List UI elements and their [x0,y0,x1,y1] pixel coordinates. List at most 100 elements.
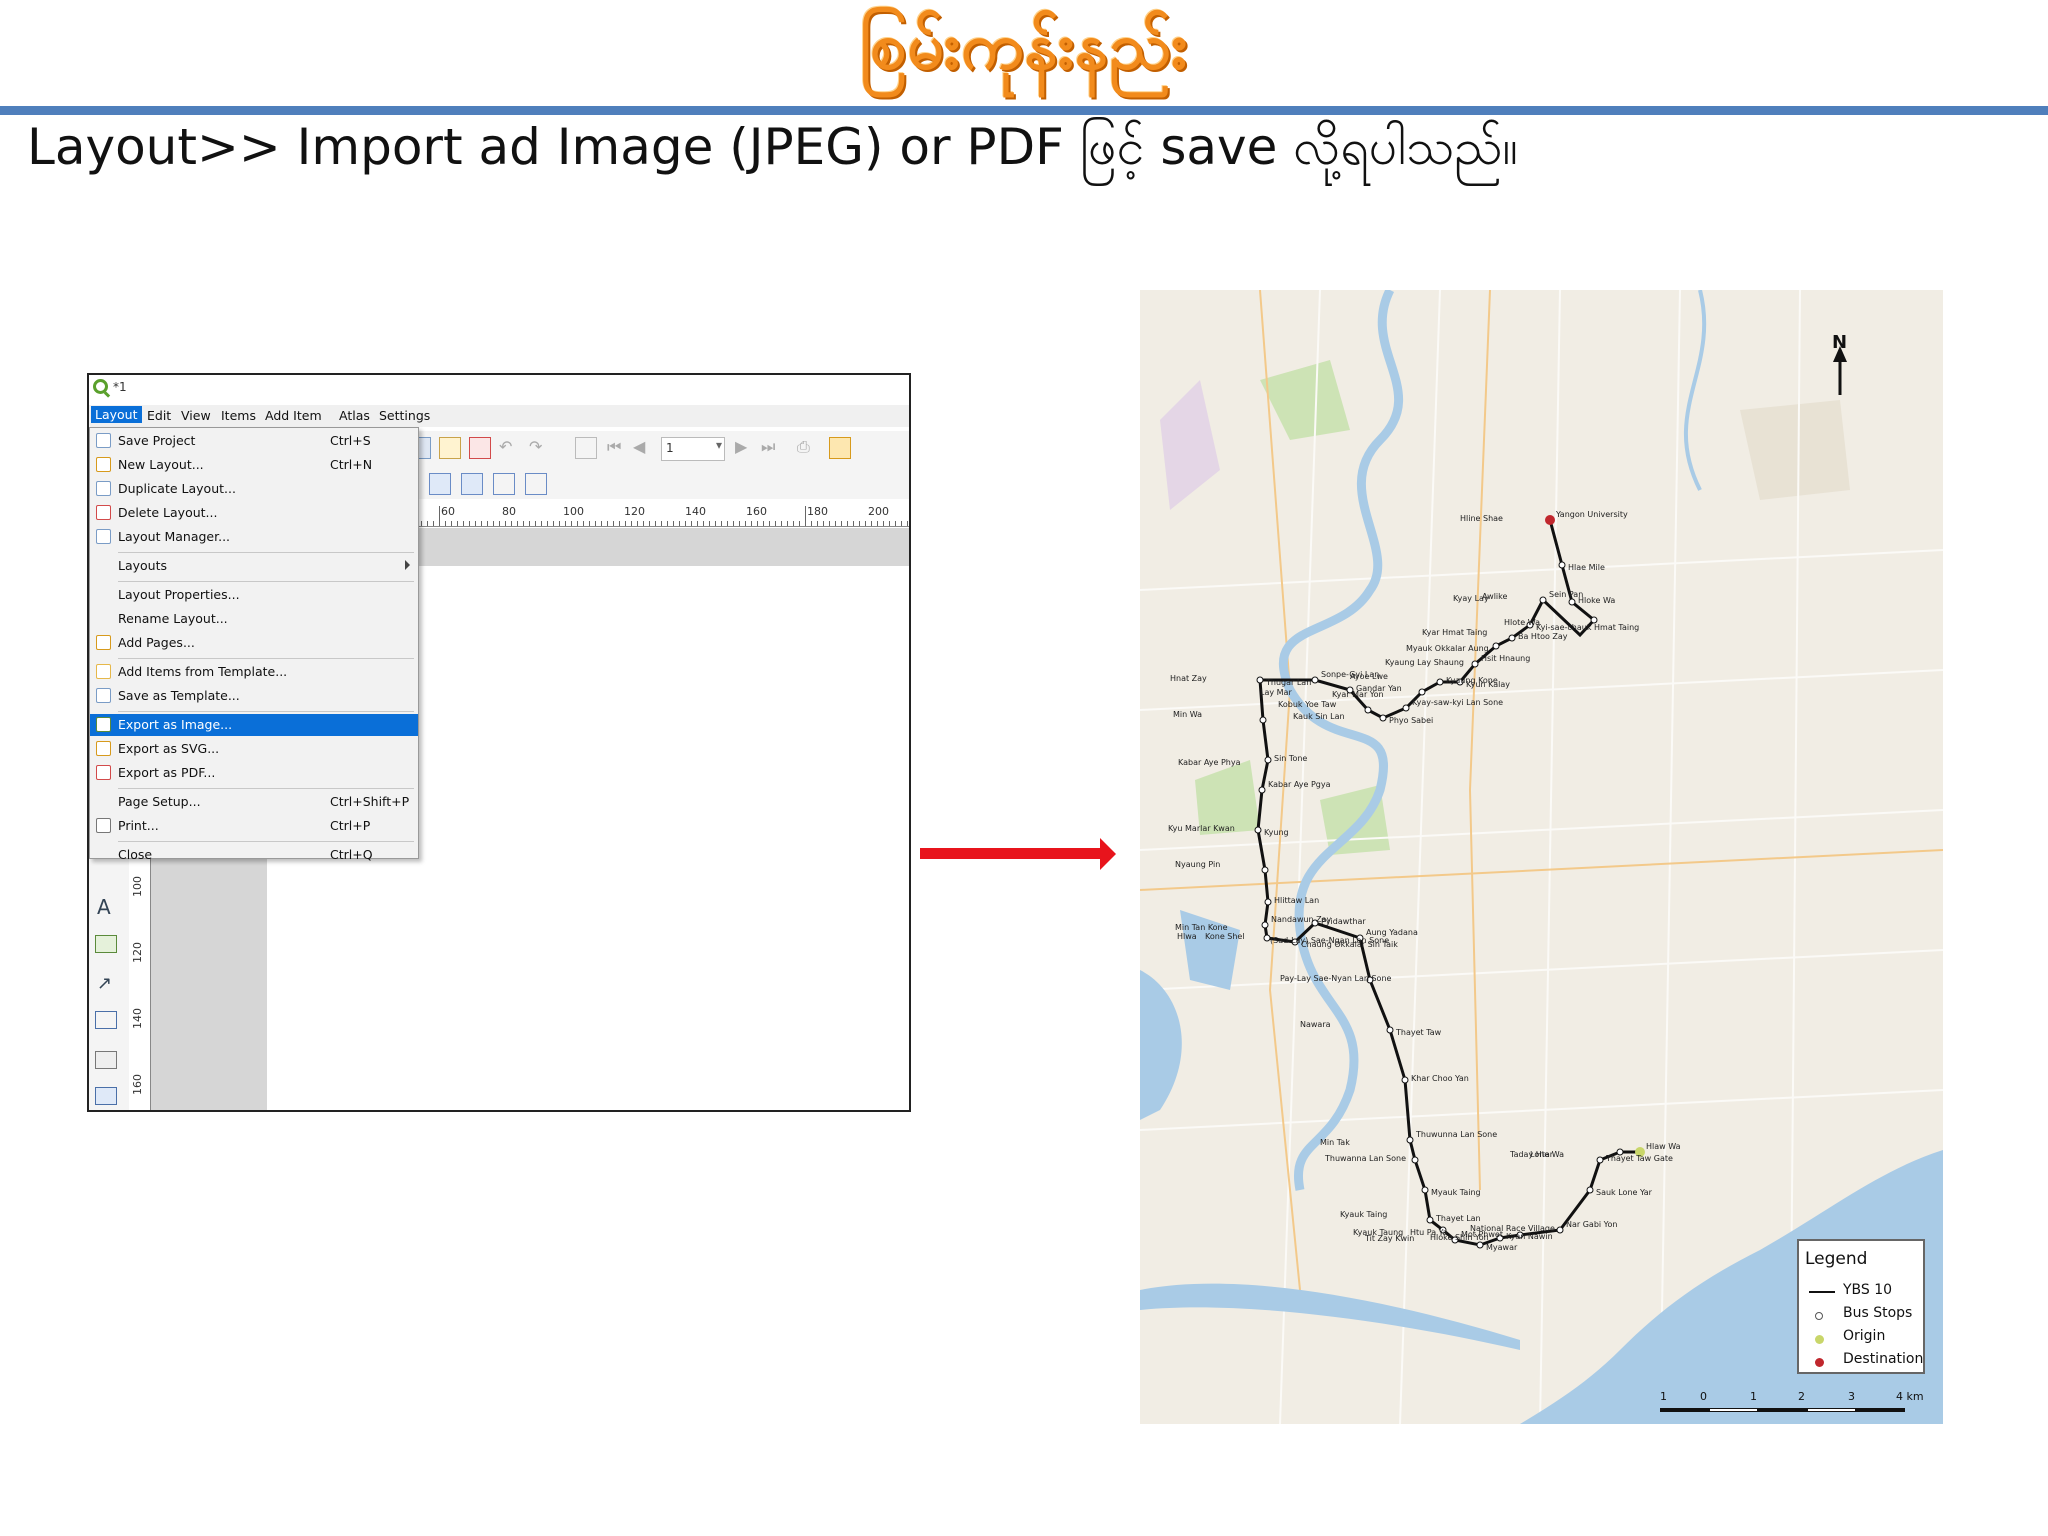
ruler-tick [445,521,446,526]
ruler-tick [685,521,686,526]
menu-item-new-layout[interactable]: New Layout... Ctrl+N [90,454,418,476]
bus-stop-marker [1411,1156,1419,1164]
menu-item-save-as-template[interactable]: Save as Template... [90,685,418,707]
pdf-icon[interactable] [469,437,491,459]
bus-stop-label: Myauk Okkalar Aung [1406,644,1489,653]
ruler-tick [895,521,896,526]
bus-stop-label: Thayet Lan [1436,1214,1481,1223]
ruler-tick [709,521,710,526]
scalebar-label: 1 [1660,1390,1667,1403]
menu-item-delete-layout[interactable]: Delete Layout... [90,502,418,524]
new-layout-icon[interactable] [439,437,461,459]
ruler-tick [841,521,842,526]
menu-item-add-items-from-template[interactable]: Add Items from Template... [90,661,418,683]
menu-item-export-as-pdf[interactable]: Export as PDF... [90,762,418,784]
menu-item-page-setup[interactable]: Page Setup... Ctrl+Shift+P [90,791,418,813]
ruler-tick [583,521,584,526]
page-number-field[interactable]: 1 ▾ [661,437,725,461]
bus-stop-marker [1539,596,1547,604]
scalebar-segment [1807,1408,1856,1412]
print-icon[interactable]: ⎙ [797,437,819,459]
menu-item-save-project[interactable]: Save Project Ctrl+S [90,430,418,452]
legend-label: YBS 10 [1843,1282,1893,1298]
menu-item-layout-properties[interactable]: Layout Properties... [90,584,418,606]
bus-stop-marker [1261,921,1269,929]
menu-item-add-pages[interactable]: Add Pages... [90,632,418,654]
add-shape-icon[interactable] [95,935,117,953]
menu-add-item[interactable]: Add Item [265,408,322,423]
menu-item-close[interactable]: Close Ctrl+Q [90,844,418,866]
menu-items[interactable]: Items [221,408,256,423]
ruler-tick [439,506,440,526]
menu-separator [118,658,414,659]
ruler-label: 120 [131,942,144,963]
bus-stop-label: Min Tak [1320,1138,1350,1147]
map-legend: Legend YBS 10 Bus Stops Origin Destination [1797,1239,1925,1374]
bus-stop-label: Tit Zay Kwin [1365,1234,1415,1243]
add-polygon-icon[interactable] [95,1011,117,1029]
first-page-icon[interactable]: ⏮ [607,437,629,459]
ruler-label: 60 [441,505,455,518]
ruler-tick [811,521,812,526]
ruler-tick [631,521,632,526]
layout-menu-dropdown: Save Project Ctrl+S New Layout... Ctrl+N Dup… [89,427,419,862]
add-label-icon[interactable]: A [97,895,111,919]
bus-stop-label: Kyay-saw-kyi Lan Sone [1412,698,1504,707]
atlas-icon[interactable] [829,437,851,459]
bus-stop-marker [1568,598,1576,606]
bus-stop-label: Kyauk Taing [1340,1210,1388,1219]
redo-icon[interactable]: ↷ [529,437,551,459]
bus-stop-label: Hloke Wa [1578,596,1616,605]
add-arrow-icon[interactable]: ↗ [97,973,112,994]
menu-settings[interactable]: Settings [379,408,430,423]
add-attribute-table-icon[interactable] [95,1087,117,1105]
menu-view[interactable]: View [181,408,211,423]
prev-page-icon[interactable]: ◀ [633,437,655,459]
ruler-tick [883,521,884,526]
bus-stop-label: Lone Wa [1530,1150,1565,1159]
raise-icon[interactable] [429,473,451,495]
distribute-icon[interactable] [493,473,515,495]
bus-stop-label: Nawara [1300,1020,1331,1029]
ruler-tick [799,521,800,526]
menu-item-layout-manager[interactable]: Layout Manager... [90,526,418,548]
menu-edit[interactable]: Edit [147,408,171,423]
bus-stop-label: Kyung [1264,828,1289,837]
folder-icon [96,664,111,679]
bus-stop-label: Sauk Lone Yar [1596,1188,1652,1197]
menu-atlas[interactable]: Atlas [339,408,370,423]
menu-item-export-as-svg[interactable]: Export as SVG... [90,738,418,760]
bus-stop-label: Kabar Aye Phya [1178,758,1241,767]
menu-layout[interactable]: Layout [91,406,142,423]
ruler-tick [535,521,536,526]
ruler-tick [571,521,572,526]
ruler-tick [625,521,626,526]
resize-icon[interactable] [525,473,547,495]
menu-item-print[interactable]: Print... Ctrl+P [90,815,418,837]
bus-stop-marker [1401,1076,1409,1084]
ruler-tick [703,521,704,526]
bus-stop-marker [1402,704,1410,712]
horizontal-ruler: 60 80 100 120 140 160 180 200 [409,503,909,527]
menu-item-label: Add Pages... [118,635,195,650]
menu-item-export-as-image[interactable]: Export as Image... [90,714,418,736]
export-pdf-icon [96,765,111,780]
title-rule [0,106,2048,115]
destination-symbol [1815,1358,1824,1367]
bus-stop-label: Min Wa [1173,710,1203,719]
menu-item-label: Page Setup... [118,794,201,809]
ruler-tick [553,521,554,526]
zoom-full-icon[interactable] [575,437,597,459]
menu-item-duplicate-layout[interactable]: Duplicate Layout... [90,478,418,500]
next-page-icon[interactable]: ▶ [735,437,757,459]
align-icon[interactable] [461,473,483,495]
last-page-icon[interactable]: ⏭ [761,437,783,459]
undo-icon[interactable]: ↶ [499,437,521,459]
ruler-tick [469,521,470,526]
ruler-tick [619,521,620,526]
add-table-icon[interactable] [95,1051,117,1069]
menu-item-rename-layout[interactable]: Rename Layout... [90,608,418,630]
menu-item-layouts[interactable]: Layouts [90,555,418,577]
scalebar-label: 3 [1848,1390,1855,1403]
ruler-tick [835,521,836,526]
